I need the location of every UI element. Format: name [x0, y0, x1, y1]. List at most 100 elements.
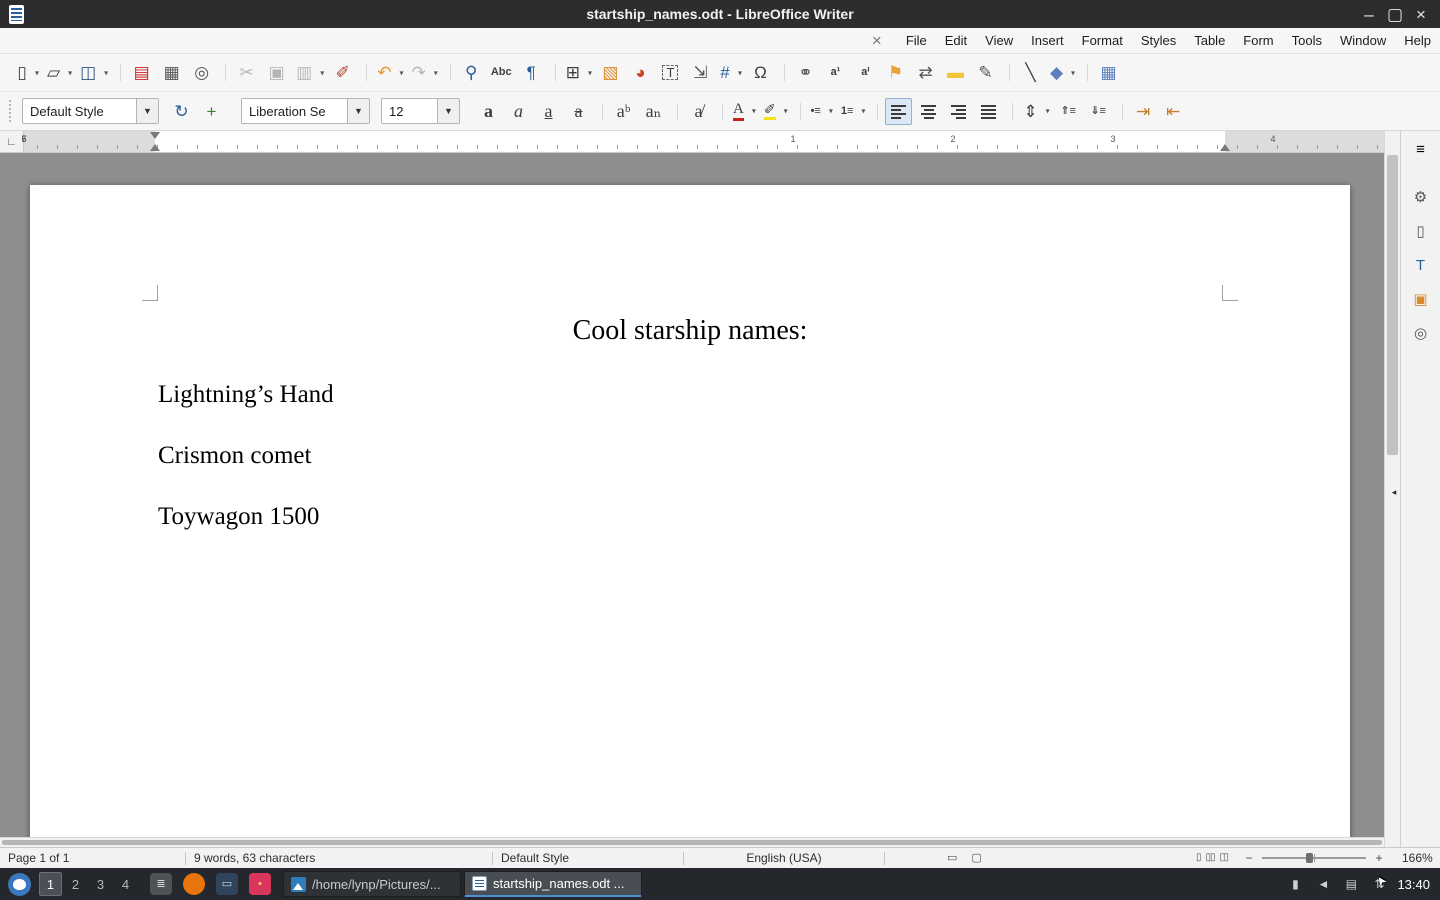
sidebar-collapse-arrow[interactable]: ◂ — [1389, 479, 1399, 505]
sidebar-tab-styles[interactable]: T — [1406, 251, 1436, 279]
print-preview-button[interactable]: ◎ — [188, 59, 215, 86]
workspace-2-button[interactable]: 2 — [64, 872, 87, 896]
special-character-button[interactable]: Ω — [747, 59, 774, 86]
volume-button[interactable]: ◄ — [1315, 874, 1331, 894]
clock[interactable]: 13:40 — [1397, 877, 1430, 892]
titlebar[interactable]: startship_names.odt - LibreOffice Writer… — [0, 0, 1440, 28]
underline-button[interactable]: a — [535, 98, 562, 125]
insert-comment-button[interactable]: ▬ — [942, 59, 969, 86]
subscript-button[interactable]: aₙ — [640, 98, 667, 125]
redo-button[interactable]: ↷ — [408, 59, 439, 86]
align-center-button[interactable] — [915, 98, 942, 125]
show-draw-functions-button[interactable]: ▦ — [1095, 59, 1122, 86]
battery-indicator[interactable]: ▮ — [1287, 874, 1303, 894]
menu-table[interactable]: Table — [1185, 30, 1234, 51]
menu-file[interactable]: File — [897, 30, 936, 51]
workspace-4-button[interactable]: 4 — [114, 872, 137, 896]
insert-footnote-button[interactable]: a¹ — [822, 59, 849, 86]
basic-shapes-button[interactable]: ◆ — [1047, 59, 1077, 86]
paste-button[interactable]: ▥ — [293, 59, 326, 86]
formatting-marks-button[interactable]: ¶ — [518, 59, 545, 86]
zoom-out-button[interactable]: − — [1242, 851, 1256, 865]
minimize-button[interactable]: – — [1358, 3, 1380, 25]
track-changes-button[interactable]: ✎ — [972, 59, 999, 86]
multi-page-view-button[interactable]: ▯▯ — [1206, 853, 1215, 863]
insert-table-button[interactable]: ⊞ — [563, 59, 594, 86]
cross-reference-button[interactable]: ⇄ — [912, 59, 939, 86]
spelling-button[interactable]: Abc — [488, 59, 515, 86]
find-replace-button[interactable]: ⚲ — [458, 59, 485, 86]
cut-button[interactable]: ✂ — [233, 59, 260, 86]
menu-edit[interactable]: Edit — [936, 30, 976, 51]
hyperlink-button[interactable]: ⚭ — [792, 59, 819, 86]
word-count[interactable]: 9 words, 63 characters — [186, 851, 492, 865]
line-spacing-button[interactable]: ⇕ — [1020, 98, 1051, 125]
applications-menu-button[interactable] — [4, 869, 34, 899]
open-button[interactable]: ▱ — [44, 59, 74, 86]
book-view-button[interactable]: ◫ — [1220, 853, 1228, 863]
font-size-combobox[interactable]: 12 ▼ — [381, 98, 460, 124]
horizontal-scrollbar-thumb[interactable] — [2, 840, 1382, 845]
insert-image-button[interactable]: ▧ — [597, 59, 624, 86]
font-name-combobox[interactable]: Liberation Se ▼ — [241, 98, 370, 124]
page-break-button[interactable]: ⇲ — [687, 59, 714, 86]
firefox-launcher[interactable] — [181, 871, 207, 897]
font-color-button[interactable]: A — [730, 98, 758, 125]
restore-button[interactable]: ▢ — [1384, 3, 1406, 25]
taskbar-window-pictures[interactable]: /home/lynp/Pictures/... — [283, 871, 461, 897]
menu-help[interactable]: Help — [1395, 30, 1440, 51]
document-paragraph[interactable]: Crismon comet — [158, 442, 1222, 470]
increase-indent-button[interactable]: ⇥ — [1130, 98, 1157, 125]
sidebar-tab-properties[interactable]: ⚙ — [1406, 183, 1436, 211]
horizontal-ruler[interactable]: 1234567 — [24, 131, 1384, 152]
bookmark-button[interactable]: ⚑ — [882, 59, 909, 86]
single-page-view-button[interactable]: ▯ — [1196, 853, 1201, 863]
decrease-paragraph-spacing-button[interactable]: ⇓≡ — [1085, 98, 1112, 125]
first-line-indent-marker[interactable] — [150, 132, 160, 139]
decrease-indent-button[interactable]: ⇤ — [1160, 98, 1187, 125]
export-pdf-button[interactable]: ▤ — [128, 59, 155, 86]
insert-chart-button[interactable]: ◕ — [627, 59, 654, 86]
menu-form[interactable]: Form — [1234, 30, 1282, 51]
menu-format[interactable]: Format — [1073, 30, 1132, 51]
document-paragraph[interactable]: Lightning’s Hand — [158, 381, 1222, 409]
page-count[interactable]: Page 1 of 1 — [0, 851, 185, 865]
chevron-down-icon[interactable]: ▼ — [347, 99, 369, 123]
menu-window[interactable]: Window — [1331, 30, 1395, 51]
bold-button[interactable]: a — [475, 98, 502, 125]
document-page[interactable]: Cool starship names: Lightning’s Hand Cri… — [30, 185, 1350, 837]
workspace-1-button[interactable]: 1 — [39, 872, 62, 896]
sidebar-tab-page[interactable]: ▯ — [1406, 217, 1436, 245]
zoom-in-button[interactable]: + — [1372, 851, 1386, 865]
clipboard-indicator[interactable]: ▤ — [1343, 874, 1359, 894]
document-title[interactable]: Cool starship names: — [158, 315, 1222, 347]
justify-button[interactable] — [975, 98, 1002, 125]
zoom-slider[interactable] — [1262, 857, 1366, 859]
align-right-button[interactable] — [945, 98, 972, 125]
workspace-3-button[interactable]: 3 — [89, 872, 112, 896]
font-size-value[interactable]: 12 — [382, 104, 437, 119]
sidebar-settings-button[interactable]: ≡ — [1406, 135, 1436, 163]
toolbar-grip[interactable] — [9, 100, 14, 122]
taskbar-window-writer[interactable]: startship_names.odt ... — [464, 871, 642, 897]
font-name-value[interactable]: Liberation Se — [242, 104, 347, 119]
vertical-scrollbar-thumb[interactable] — [1387, 155, 1398, 455]
sidebar-tab-gallery[interactable]: ▣ — [1406, 285, 1436, 313]
page-style[interactable]: Default Style — [493, 851, 683, 865]
save-button[interactable]: ◫ — [77, 59, 110, 86]
update-style-button[interactable]: ↻ — [168, 98, 195, 125]
terminal-launcher[interactable]: ≣ — [148, 871, 174, 897]
numbered-list-button[interactable]: 1≡ — [838, 98, 868, 125]
superscript-button[interactable]: aᵇ — [610, 98, 637, 125]
paragraph-style-value[interactable]: Default Style — [23, 104, 136, 119]
right-indent-marker[interactable] — [1220, 144, 1230, 151]
italic-button[interactable]: a — [505, 98, 532, 125]
copy-button[interactable]: ▣ — [263, 59, 290, 86]
selection-mode-button[interactable]: ▭ — [947, 853, 957, 864]
print-button[interactable]: ▦ — [158, 59, 185, 86]
close-button[interactable]: × — [1410, 3, 1432, 25]
text-language[interactable]: English (USA) — [684, 851, 884, 865]
menu-view[interactable]: View — [976, 30, 1022, 51]
strikethrough-button[interactable]: a — [565, 98, 592, 125]
paragraph-style-combobox[interactable]: Default Style ▼ — [22, 98, 159, 124]
